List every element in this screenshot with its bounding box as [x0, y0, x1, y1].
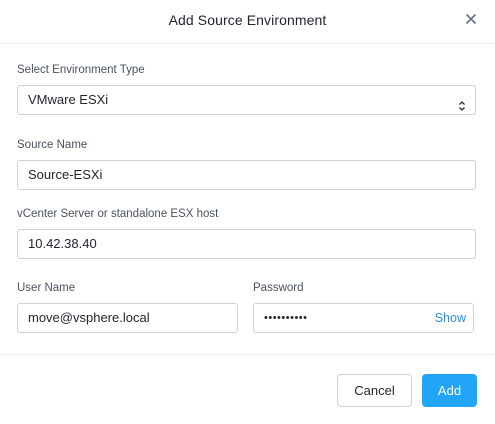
user-name-label: User Name — [17, 282, 76, 294]
user-name-value: move@vsphere.local — [28, 310, 150, 325]
host-label: vCenter Server or standalone ESX host — [17, 208, 219, 220]
password-label: Password — [253, 282, 304, 294]
host-value: 10.42.38.40 — [28, 236, 97, 251]
env-type-label: Select Environment Type — [17, 64, 145, 76]
add-source-environment-dialog: Add Source Environment Select Environmen… — [0, 0, 495, 424]
show-password-link[interactable]: Show — [435, 304, 466, 332]
env-type-value: VMware ESXi — [28, 92, 109, 107]
dialog-title: Add Source Environment — [168, 12, 327, 28]
source-name-value: Source-ESXi — [28, 167, 103, 182]
dialog-header: Add Source Environment — [0, 0, 495, 44]
env-type-select[interactable]: VMware ESXi — [17, 85, 476, 115]
user-name-input[interactable]: move@vsphere.local — [17, 303, 238, 333]
source-name-label: Source Name — [17, 139, 88, 151]
source-name-input[interactable]: Source-ESXi — [17, 160, 476, 190]
footer-divider — [0, 354, 495, 355]
host-input[interactable]: 10.42.38.40 — [17, 229, 476, 259]
add-button[interactable]: Add — [422, 374, 477, 407]
select-caret-icon — [458, 94, 466, 111]
password-masked-value: •••••••••• — [264, 312, 308, 324]
close-icon[interactable] — [464, 12, 478, 26]
password-input[interactable]: •••••••••• Show — [253, 303, 474, 333]
cancel-button[interactable]: Cancel — [337, 374, 412, 407]
